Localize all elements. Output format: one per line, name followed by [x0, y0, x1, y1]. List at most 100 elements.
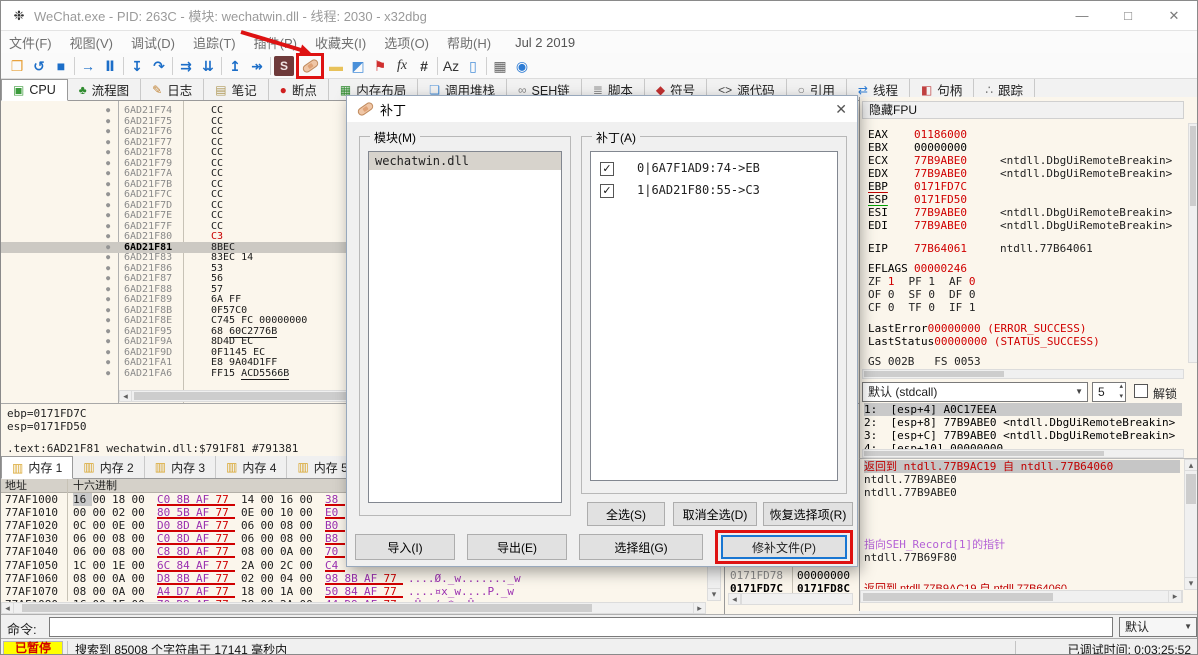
- register-row[interactable]: ZF 1 PF 1 AF 0: [868, 275, 1184, 288]
- hex-byte[interactable]: 00: [132, 532, 151, 545]
- hex-byte[interactable]: 8B: [345, 572, 364, 585]
- hash-icon[interactable]: #: [414, 56, 434, 76]
- patch-icon[interactable]: [300, 57, 320, 74]
- hex-byte[interactable]: 00: [261, 559, 280, 572]
- hex-byte[interactable]: 2C: [280, 559, 299, 572]
- hex-byte[interactable]: 18: [241, 585, 260, 598]
- dump-tab-3[interactable]: ▥ 内存 3: [145, 456, 217, 478]
- animate-over-icon[interactable]: ⇊: [198, 56, 218, 76]
- stop-icon[interactable]: ■: [51, 56, 71, 76]
- hex-byte[interactable]: 06: [241, 519, 260, 532]
- maximize-button[interactable]: □: [1105, 1, 1151, 31]
- hex-byte[interactable]: 06: [73, 532, 92, 545]
- dump-tab-2[interactable]: ▥ 内存 2: [73, 456, 145, 478]
- hex-byte[interactable]: 00: [93, 585, 112, 598]
- hex-byte[interactable]: 77: [216, 506, 235, 519]
- hex-byte[interactable]: 77: [384, 585, 403, 598]
- register-row[interactable]: LastStatus 00000000 (STATUS_SUCCESS): [868, 335, 1184, 348]
- hex-byte[interactable]: AF: [196, 545, 215, 558]
- hex-byte[interactable]: 00: [261, 572, 280, 585]
- import-button[interactable]: 导入(I): [355, 534, 455, 560]
- select-all-button[interactable]: 全选(S): [587, 502, 665, 526]
- hex-byte[interactable]: 00: [93, 493, 112, 506]
- phone-icon[interactable]: ▯: [463, 56, 483, 76]
- hex-byte[interactable]: 00: [300, 532, 319, 545]
- hex-byte[interactable]: 16: [73, 493, 92, 506]
- hex-byte[interactable]: 0E: [112, 519, 131, 532]
- step-into-icon[interactable]: ↧: [127, 56, 147, 76]
- hex-byte[interactable]: 00: [132, 545, 151, 558]
- hex-byte[interactable]: 06: [241, 532, 260, 545]
- stack-hscrollbar[interactable]: [741, 593, 853, 605]
- select-group-button[interactable]: 选择组(G): [579, 534, 703, 560]
- hex-byte[interactable]: 1C: [73, 559, 92, 572]
- patch-checkbox[interactable]: ✓: [600, 184, 614, 198]
- hex-byte[interactable]: 8B: [177, 493, 196, 506]
- disasm-scroll-left-icon[interactable]: ◂: [119, 390, 132, 402]
- register-row[interactable]: GS 002B FS 0053: [868, 355, 1184, 368]
- hex-byte[interactable]: 0C: [73, 519, 92, 532]
- hex-byte[interactable]: AF: [196, 493, 215, 506]
- hex-byte[interactable]: 80: [157, 506, 176, 519]
- register-row[interactable]: EIP 77B64061 ntdll.77B64061: [868, 242, 1184, 255]
- hex-byte[interactable]: 08: [112, 545, 131, 558]
- hex-byte[interactable]: 00: [300, 493, 319, 506]
- hex-byte[interactable]: 00: [300, 506, 319, 519]
- hex-byte[interactable]: 5B: [177, 506, 196, 519]
- hex-byte[interactable]: 00: [93, 506, 112, 519]
- hex-byte[interactable]: 8D: [177, 532, 196, 545]
- run-to-user-code-icon[interactable]: ↠: [247, 56, 267, 76]
- dialog-close-icon[interactable]: ✕: [835, 101, 847, 118]
- hex-byte[interactable]: AF: [364, 585, 383, 598]
- register-row[interactable]: EBP 0171FD7C: [868, 180, 1184, 193]
- hex-byte[interactable]: 0A: [280, 545, 299, 558]
- close-button[interactable]: ✕: [1151, 1, 1197, 31]
- hex-byte[interactable]: 00: [93, 519, 112, 532]
- restart-icon[interactable]: ↺: [29, 56, 49, 76]
- hex-byte[interactable]: 08: [73, 585, 92, 598]
- hex-byte[interactable]: AF: [196, 585, 215, 598]
- hex-byte[interactable]: A4: [157, 585, 176, 598]
- menu-item-debug[interactable]: 调试(D): [131, 33, 175, 52]
- hex-byte[interactable]: 04: [280, 572, 299, 585]
- stack-comment-row[interactable]: ntdll.77B9ABE0: [864, 473, 1180, 486]
- hex-byte[interactable]: 84: [177, 559, 196, 572]
- hex-byte[interactable]: 18: [112, 493, 131, 506]
- hex-byte[interactable]: 02: [241, 572, 260, 585]
- globe-icon[interactable]: ◉: [512, 56, 532, 76]
- hex-byte[interactable]: 00: [300, 519, 319, 532]
- hex-byte[interactable]: 77: [216, 545, 235, 558]
- hex-byte[interactable]: 2A: [241, 559, 260, 572]
- hex-byte[interactable]: 77: [384, 572, 403, 585]
- strings-icon[interactable]: Az: [441, 56, 461, 76]
- hex-byte[interactable]: 00: [132, 519, 151, 532]
- command-input[interactable]: [49, 617, 1113, 637]
- hex-byte[interactable]: C0: [157, 493, 176, 506]
- hex-byte[interactable]: 38: [325, 493, 344, 506]
- hex-byte[interactable]: 00: [93, 532, 112, 545]
- stack-comment-row[interactable]: [864, 525, 1180, 538]
- hex-byte[interactable]: 8D: [177, 545, 196, 558]
- hex-byte[interactable]: 02: [112, 506, 131, 519]
- hex-byte[interactable]: 00: [261, 493, 280, 506]
- comments-scroll-up-icon[interactable]: ▴: [1184, 459, 1197, 471]
- stack-comment-row[interactable]: [864, 499, 1180, 512]
- hex-byte[interactable]: 77: [216, 572, 235, 585]
- hex-byte[interactable]: 77: [216, 532, 235, 545]
- hex-byte[interactable]: AF: [196, 506, 215, 519]
- tab-graph[interactable]: ♣ 流程图: [68, 79, 142, 100]
- run-icon[interactable]: →: [78, 56, 98, 76]
- register-row[interactable]: EAX 01186000: [868, 128, 1184, 141]
- step-out-icon[interactable]: ↥: [225, 56, 245, 76]
- dump-tab-1[interactable]: ▥ 内存 1: [1, 456, 74, 479]
- calculator-icon[interactable]: ▦: [490, 56, 510, 76]
- hex-byte[interactable]: 00: [93, 559, 112, 572]
- unlock-checkbox[interactable]: [1134, 384, 1148, 398]
- hex-byte[interactable]: 00: [300, 545, 319, 558]
- hex-byte[interactable]: 0A: [112, 585, 131, 598]
- hex-byte[interactable]: AF: [196, 519, 215, 532]
- dump-scroll-down-icon[interactable]: ▾: [707, 588, 721, 601]
- hex-byte[interactable]: 00: [93, 572, 112, 585]
- export-button[interactable]: 导出(E): [467, 534, 567, 560]
- args-hscrollbar[interactable]: [862, 449, 1184, 458]
